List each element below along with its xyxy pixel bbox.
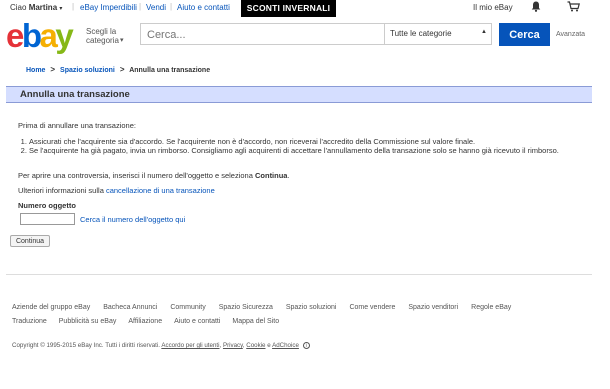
link-ebay-imperdibili[interactable]: eBay Imperdibili	[80, 3, 137, 12]
chevron-down-icon[interactable]: ▾	[120, 36, 124, 44]
ebay-logo[interactable]: ebay	[6, 19, 74, 53]
footer-link[interactable]: Spazio soluzioni	[286, 301, 337, 315]
greeting-prefix: Ciao	[10, 3, 27, 12]
item-number-input[interactable]	[20, 213, 75, 225]
footer-link[interactable]: Come vendere	[349, 301, 395, 315]
continue-button[interactable]: Continua	[10, 235, 50, 247]
footer-link[interactable]: Bacheca Annunci	[103, 301, 157, 315]
intro-text: Prima di annullare una transazione:	[18, 121, 136, 130]
footer-link[interactable]: Pubblicità su eBay	[59, 315, 117, 329]
search-bar: Tutte le categorie ▲	[140, 23, 492, 46]
divider: |	[170, 2, 173, 11]
footer-link[interactable]: Traduzione	[12, 315, 47, 329]
search-category-dropdown[interactable]: Tutte le categorie	[390, 29, 452, 38]
page-title-bar: Annulla una transazione	[6, 86, 592, 103]
breadcrumb-current: Annulla una transazione	[129, 67, 211, 74]
footer-link[interactable]: Aiuto e contatti	[174, 315, 220, 329]
steps-list: Assicurati che l'acquirente sia d'accord…	[18, 137, 589, 155]
footer-link[interactable]: Community	[170, 301, 205, 315]
list-item: Assicurati che l'acquirente sia d'accord…	[29, 137, 589, 146]
bell-icon[interactable]	[531, 1, 541, 12]
footer-link[interactable]: Mappa del Sito	[232, 315, 279, 329]
footer-divider	[6, 274, 592, 275]
adchoice-link[interactable]: AdChoice	[272, 342, 299, 349]
divider: |	[72, 2, 75, 11]
cart-icon[interactable]	[567, 1, 580, 12]
breadcrumb-home[interactable]: Home	[26, 67, 45, 74]
breadcrumb-separator: >	[50, 65, 56, 74]
search-button[interactable]: Cerca	[499, 23, 550, 46]
footer-link[interactable]: Affiliazione	[128, 315, 162, 329]
top-nav-bar: Ciao Martina ▾ | eBay Imperdibili | Vend…	[0, 0, 610, 17]
chevron-down-icon[interactable]: ▾	[59, 6, 62, 12]
search-input[interactable]	[141, 24, 389, 46]
page-title: Annulla una transazione	[20, 89, 130, 100]
cancellation-info-link[interactable]: cancellazione di una transazione	[106, 186, 215, 195]
link-vendi[interactable]: Vendi	[146, 3, 166, 12]
my-ebay-link[interactable]: Il mio eBay	[473, 3, 513, 12]
user-agreement-link[interactable]: Accordo per gli utenti	[161, 342, 219, 349]
find-item-number-link[interactable]: Cerca il numero dell'oggetto qui	[80, 215, 185, 224]
chevron-down-icon[interactable]: ▲	[481, 29, 487, 35]
list-item: Se l'acquirente ha già pagato, invia un …	[29, 146, 589, 155]
promo-banner[interactable]: SCONTI INVERNALI	[241, 0, 336, 17]
dispute-bold: Continua	[254, 171, 288, 180]
footer-link[interactable]: Regole eBay	[471, 301, 511, 315]
advanced-search-link[interactable]: Avanzata	[556, 31, 585, 38]
more-info-text: Ulteriori informazioni sulla cancellazio…	[18, 186, 215, 195]
dispute-instructions: Per aprire una controversia, inserisci i…	[18, 171, 290, 180]
adchoice-icon[interactable]: i	[302, 342, 310, 349]
breadcrumb-separator: >	[119, 65, 125, 74]
divider	[384, 24, 385, 44]
user-name[interactable]: Martina	[29, 3, 57, 12]
footer-link[interactable]: Spazio venditori	[408, 301, 458, 315]
footer-link[interactable]: Spazio Sicurezza	[219, 301, 273, 315]
footer-links: Aziende del gruppo eBay Bacheca Annunci Co…	[12, 301, 592, 329]
link-aiuto-contatti[interactable]: Aiuto e contatti	[177, 3, 230, 12]
breadcrumb: Home > Spazio soluzioni > Annulla una tr…	[26, 65, 210, 74]
footer-link[interactable]: Aziende del gruppo eBay	[12, 301, 90, 315]
item-number-label: Numero oggetto	[18, 201, 76, 210]
copyright: Copyright © 1995-2015 eBay Inc. Tutti i …	[12, 342, 310, 349]
divider: |	[139, 2, 142, 11]
breadcrumb-spazio-soluzioni[interactable]: Spazio soluzioni	[60, 67, 115, 74]
user-greeting[interactable]: Ciao Martina ▾	[10, 3, 62, 12]
privacy-link[interactable]: Privacy	[223, 342, 243, 349]
cookie-link[interactable]: Cookie	[246, 342, 265, 349]
